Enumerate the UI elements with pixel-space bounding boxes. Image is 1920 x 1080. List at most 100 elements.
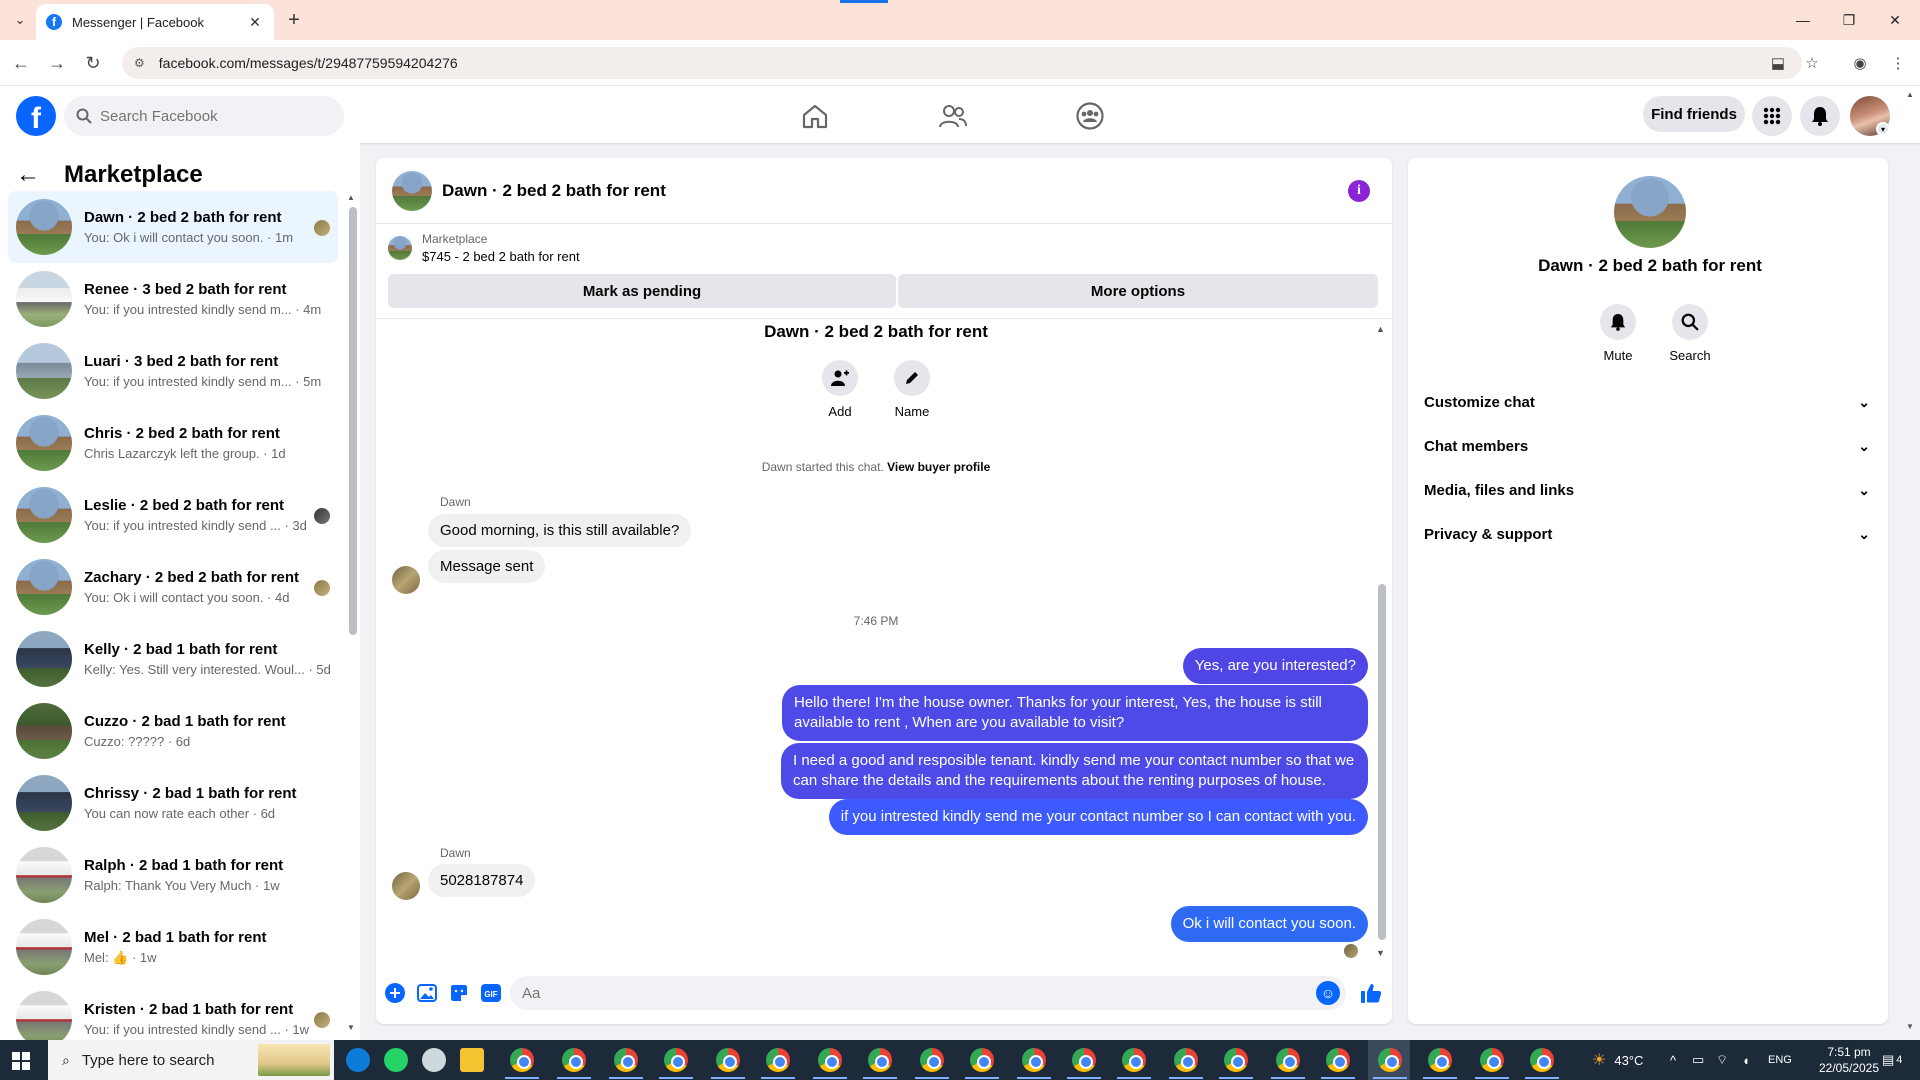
- attach-photo-button[interactable]: [416, 982, 438, 1004]
- forward-button[interactable]: →: [44, 50, 70, 76]
- details-avatar[interactable]: [1614, 176, 1686, 248]
- privacy-support-section[interactable]: Privacy & support ⌄: [1424, 516, 1876, 552]
- facebook-logo[interactable]: f: [16, 96, 56, 136]
- search-in-conversation-button[interactable]: Search: [1658, 304, 1722, 363]
- restore-button[interactable]: ❐: [1834, 8, 1864, 32]
- browser-tab[interactable]: f Messenger | Facebook ✕: [36, 4, 274, 40]
- edge-icon[interactable]: [346, 1048, 370, 1072]
- chrome-icon[interactable]: [1378, 1048, 1402, 1072]
- conversation-item[interactable]: Renee · 3 bed 2 bath for rent You: if you…: [8, 263, 338, 335]
- menu-button[interactable]: [1752, 96, 1792, 136]
- conversation-item[interactable]: Kelly · 2 bad 1 bath for rent Kelly: Yes.…: [8, 623, 338, 695]
- info-icon[interactable]: i: [1348, 180, 1370, 202]
- chrome-icon[interactable]: [716, 1048, 740, 1072]
- message-composer[interactable]: ☺: [510, 976, 1346, 1010]
- gif-button[interactable]: GIF: [480, 982, 502, 1004]
- address-bar[interactable]: ⚙ facebook.com/messages/t/29487759594204…: [122, 47, 1802, 79]
- scroll-up-icon[interactable]: ▲: [1376, 324, 1385, 334]
- close-tab-icon[interactable]: ✕: [246, 14, 264, 31]
- sender-avatar[interactable]: [392, 872, 420, 900]
- chrome-icon[interactable]: [510, 1048, 534, 1072]
- scroll-down-icon[interactable]: ▼: [347, 1023, 355, 1032]
- marketplace-listing[interactable]: Marketplace $745 - 2 bed 2 bath for rent: [388, 232, 580, 264]
- chrome-icon[interactable]: [1480, 1048, 1504, 1072]
- close-window-button[interactable]: ✕: [1880, 8, 1910, 32]
- scroll-down-icon[interactable]: ▼: [1376, 948, 1385, 958]
- tab-search-icon[interactable]: ⌄: [8, 9, 32, 31]
- chevron-down-icon[interactable]: ▾: [1876, 122, 1890, 136]
- outgoing-message[interactable]: Ok i will contact you soon.: [1170, 906, 1368, 942]
- facebook-search[interactable]: [64, 96, 344, 136]
- conversation-item[interactable]: Leslie · 2 bed 2 bath for rent You: if yo…: [8, 479, 338, 551]
- file-explorer-icon[interactable]: [460, 1048, 484, 1072]
- chrome-icon[interactable]: [920, 1048, 944, 1072]
- outgoing-message[interactable]: if you intrested kindly send me your con…: [828, 799, 1368, 835]
- search-input[interactable]: [100, 107, 320, 125]
- notification-center[interactable]: ▤ 4: [1882, 1040, 1902, 1080]
- show-hidden-icons[interactable]: ^: [1670, 1040, 1676, 1080]
- chrome-icon[interactable]: [970, 1048, 994, 1072]
- outgoing-message[interactable]: Hello there! I'm the house owner. Thanks…: [782, 685, 1368, 741]
- chrome-icon[interactable]: [1224, 1048, 1248, 1072]
- chrome-icon[interactable]: [1072, 1048, 1096, 1072]
- emoji-icon[interactable]: ☺: [1316, 981, 1340, 1005]
- chrome-icon[interactable]: [1530, 1048, 1554, 1072]
- incoming-message[interactable]: 5028187874: [428, 864, 536, 897]
- incoming-message[interactable]: Message sent: [428, 550, 546, 583]
- browser-menu-icon[interactable]: ⋮: [1885, 50, 1911, 76]
- mute-button[interactable]: Mute: [1586, 304, 1650, 363]
- volume-icon[interactable]: ◖: [1742, 1040, 1750, 1080]
- conversation-item[interactable]: Cuzzo · 2 bad 1 bath for rent Cuzzo: ????…: [8, 695, 338, 767]
- new-tab-button[interactable]: +: [282, 8, 306, 32]
- home-nav[interactable]: [760, 94, 870, 138]
- install-app-icon[interactable]: ⬓: [1765, 50, 1791, 76]
- chrome-icon[interactable]: [818, 1048, 842, 1072]
- back-arrow-icon[interactable]: ←: [16, 161, 48, 189]
- app-icon[interactable]: [422, 1048, 446, 1072]
- chrome-icon[interactable]: [1174, 1048, 1198, 1072]
- edit-name-button[interactable]: Name: [882, 360, 942, 419]
- chrome-icon[interactable]: [614, 1048, 638, 1072]
- conversation-item[interactable]: Dawn · 2 bed 2 bath for rent You: Ok i wi…: [8, 191, 338, 263]
- wifi-icon[interactable]: ⌔: [1716, 1040, 1728, 1080]
- chat-members-section[interactable]: Chat members ⌄: [1424, 428, 1876, 464]
- site-info-icon[interactable]: ⚙: [134, 56, 145, 70]
- sidebar-scrollbar[interactable]: [349, 207, 357, 635]
- customize-chat-section[interactable]: Customize chat ⌄: [1424, 384, 1876, 420]
- outgoing-message[interactable]: I need a good and resposible tenant. kin…: [781, 743, 1368, 799]
- chrome-icon[interactable]: [1326, 1048, 1350, 1072]
- conversation-item[interactable]: Ralph · 2 bad 1 bath for rent Ralph: Than…: [8, 839, 338, 911]
- chat-avatar[interactable]: [392, 170, 432, 211]
- chrome-icon[interactable]: [1122, 1048, 1146, 1072]
- chrome-icon[interactable]: [1428, 1048, 1452, 1072]
- chrome-icon[interactable]: [562, 1048, 586, 1072]
- add-people-button[interactable]: Add: [810, 360, 870, 419]
- find-friends-button[interactable]: Find friends: [1643, 96, 1745, 132]
- chrome-icon[interactable]: [1276, 1048, 1300, 1072]
- network-icon[interactable]: ▭: [1692, 1040, 1704, 1080]
- message-input[interactable]: [522, 984, 1316, 1002]
- media-files-links-section[interactable]: Media, files and links ⌄: [1424, 472, 1876, 508]
- conversation-item[interactable]: Luari · 3 bed 2 bath for rent You: if you…: [8, 335, 338, 407]
- conversation-item[interactable]: Chris · 2 bed 2 bath for rent Chris Lazar…: [8, 407, 338, 479]
- language-indicator[interactable]: ENG: [1768, 1040, 1792, 1080]
- scroll-up-icon[interactable]: ▲: [347, 193, 355, 202]
- more-actions-button[interactable]: [384, 982, 406, 1004]
- windows-start-icon[interactable]: [12, 1052, 30, 1070]
- outgoing-message[interactable]: Yes, are you interested?: [1182, 648, 1368, 684]
- conversation-item[interactable]: Chrissy · 2 bad 1 bath for rent You can n…: [8, 767, 338, 839]
- conversation-item[interactable]: Mel · 2 bad 1 bath for rent Mel: 👍 · 1w: [8, 911, 338, 983]
- scroll-down-icon[interactable]: ▼: [1906, 1022, 1914, 1031]
- more-options-button[interactable]: More options: [898, 274, 1378, 308]
- profile-icon[interactable]: ◉: [1847, 50, 1873, 76]
- chat-scrollbar[interactable]: [1378, 584, 1386, 940]
- sticker-button[interactable]: [448, 982, 470, 1004]
- bookmark-star-icon[interactable]: ☆: [1799, 50, 1825, 76]
- scroll-up-icon[interactable]: ▲: [1906, 90, 1914, 99]
- chrome-icon[interactable]: [1022, 1048, 1046, 1072]
- minimize-button[interactable]: —: [1788, 8, 1818, 32]
- notifications-button[interactable]: [1800, 96, 1840, 136]
- chrome-icon[interactable]: [868, 1048, 892, 1072]
- groups-nav[interactable]: [1035, 94, 1145, 138]
- sender-avatar[interactable]: [392, 566, 420, 594]
